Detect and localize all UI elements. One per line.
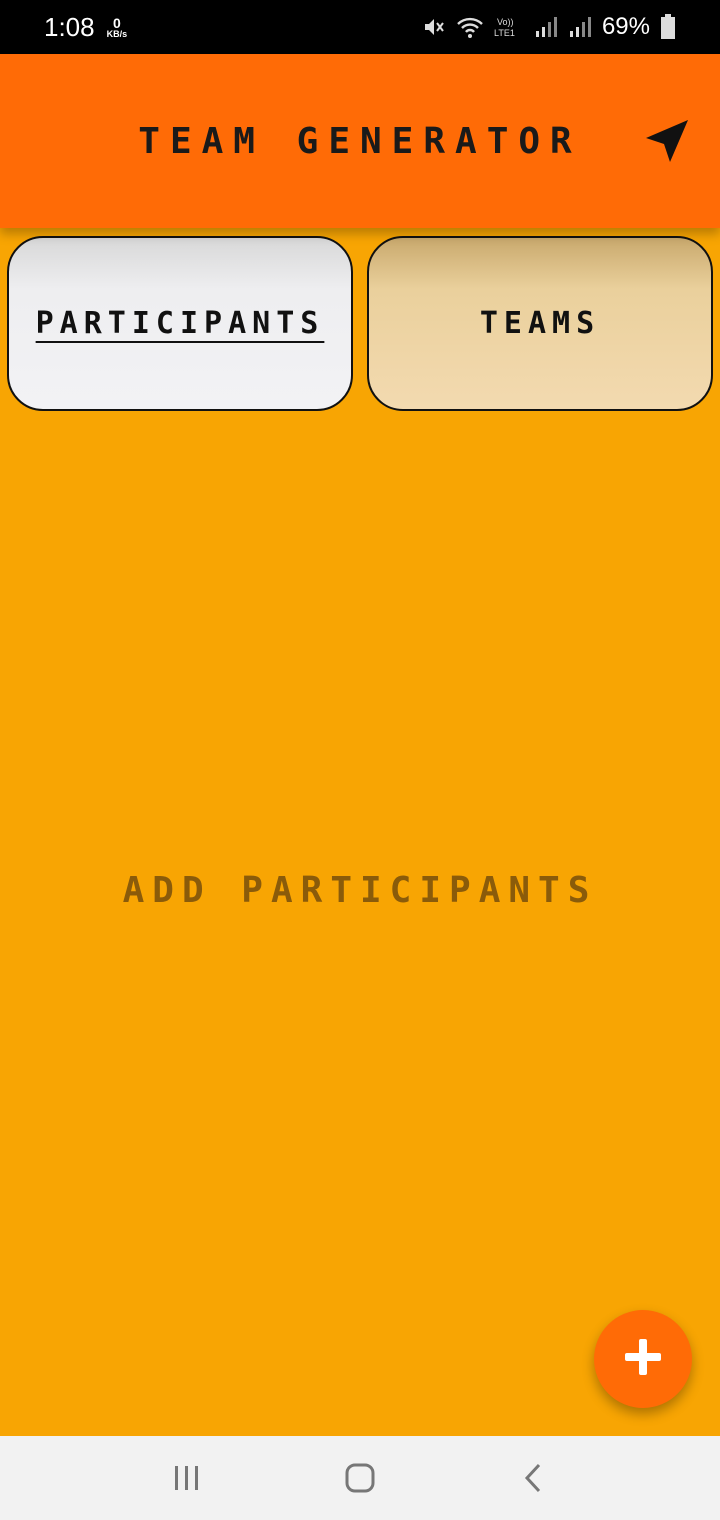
- status-left: 1:08 0 KB/s: [44, 12, 127, 43]
- status-time: 1:08: [44, 11, 95, 42]
- svg-text:Vo)): Vo)): [497, 17, 514, 27]
- network-speed-unit: KB/s: [106, 28, 128, 39]
- empty-state-message: Add Participants: [122, 870, 598, 911]
- add-participant-button[interactable]: [594, 1310, 692, 1408]
- app-title: Team Generator: [138, 120, 582, 162]
- volte-icon: Vo)) LTE1: [494, 15, 524, 39]
- battery-percent: 69%: [601, 13, 650, 40]
- tab-participants-label: Participants: [35, 306, 325, 341]
- network-speed: 0 KB/s: [107, 16, 128, 39]
- wifi-icon: [456, 15, 484, 39]
- mute-icon: [422, 15, 446, 39]
- status-bar: 1:08 0 KB/s Vo)) LTE1 69%: [0, 0, 720, 54]
- system-nav-bar: [0, 1436, 720, 1520]
- plus-icon: [623, 1337, 663, 1381]
- signal-icon: [568, 15, 592, 39]
- tab-teams[interactable]: Teams: [367, 236, 713, 411]
- back-icon[interactable]: [503, 1448, 563, 1508]
- status-right: Vo)) LTE1 69%: [422, 13, 676, 41]
- app-bar: Team Generator: [0, 54, 720, 228]
- home-icon[interactable]: [330, 1448, 390, 1508]
- tab-participants[interactable]: Participants: [7, 236, 353, 411]
- battery-icon: [660, 14, 676, 40]
- network-speed-value: 0: [112, 14, 121, 31]
- signal-icon: [534, 15, 558, 39]
- navigation-arrow-icon[interactable]: [642, 116, 692, 166]
- svg-text:LTE1: LTE1: [494, 28, 515, 38]
- recent-apps-icon[interactable]: [157, 1448, 217, 1508]
- tab-teams-label: Teams: [479, 306, 601, 341]
